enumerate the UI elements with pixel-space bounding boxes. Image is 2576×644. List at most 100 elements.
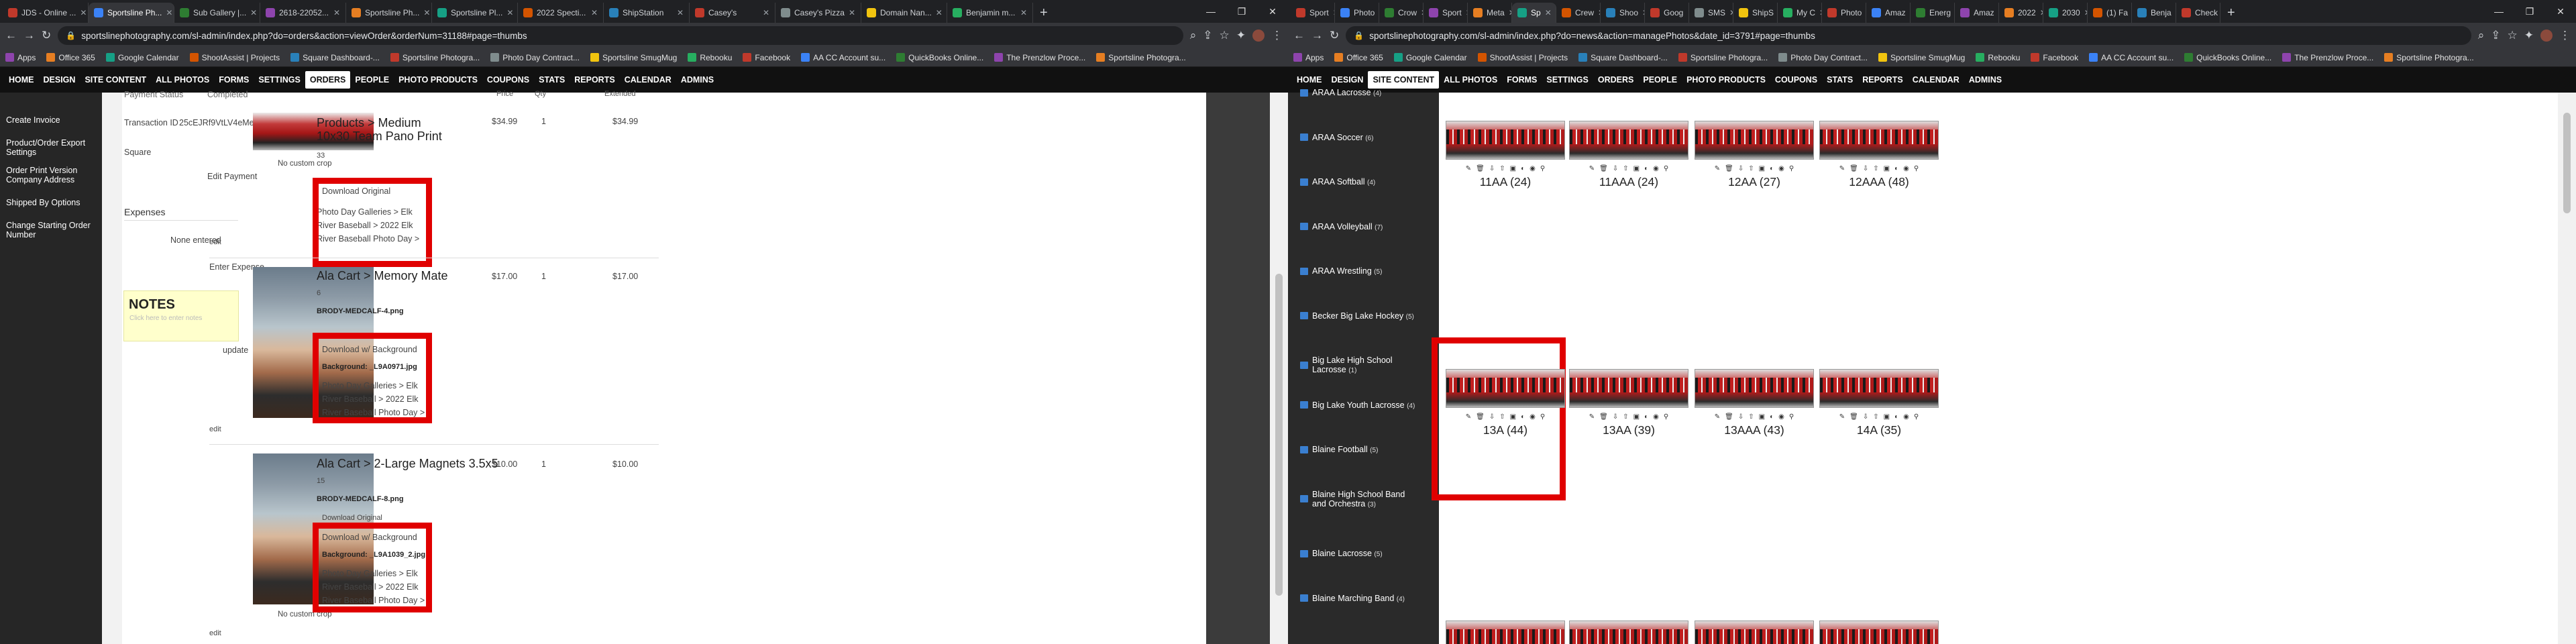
- tool-icon[interactable]: ⇩: [1863, 165, 1868, 172]
- tab-close-icon[interactable]: ✕: [166, 8, 172, 17]
- nav-item-all-photos[interactable]: ALL PHOTOS: [1439, 71, 1502, 89]
- tool-icon[interactable]: ◉: [1529, 165, 1536, 172]
- tool-icon[interactable]: ◉: [1778, 413, 1784, 421]
- tool-icon[interactable]: ⚲: [1914, 165, 1919, 172]
- tool-icon[interactable]: ⇧: [1499, 413, 1505, 421]
- nav-item-people[interactable]: PEOPLE: [1638, 71, 1682, 89]
- tool-icon[interactable]: ◐: [1894, 165, 1898, 172]
- browser-tab[interactable]: ShipStation ✕: [604, 3, 690, 23]
- gallery-item[interactable]: [1569, 621, 1688, 644]
- browser-tab[interactable]: ShipS✕: [1733, 3, 1778, 23]
- bookmark-item[interactable]: Google Calendar: [1393, 53, 1467, 62]
- sidebar-link[interactable]: Product/Order Export Settings: [0, 133, 102, 161]
- sidebar-category[interactable]: ARAA Volleyball (7): [1300, 222, 1417, 231]
- tab-close-icon[interactable]: ✕: [333, 8, 340, 17]
- bookmark-item[interactable]: The Prenzlow Proce...: [994, 53, 1085, 62]
- tool-icon[interactable]: ⇧: [1748, 165, 1754, 172]
- sidebar-category[interactable]: Becker Big Lake Hockey (5): [1300, 311, 1417, 321]
- extensions-icon[interactable]: ✦: [2524, 29, 2534, 42]
- sidebar-link[interactable]: Shipped By Options: [0, 189, 102, 216]
- sidebar-link[interactable]: Change Starting Order Number: [0, 216, 102, 244]
- maximize-icon[interactable]: ❐: [2514, 0, 2545, 23]
- bookmark-item[interactable]: Sportsline SmugMug: [590, 53, 677, 62]
- tab-close-icon[interactable]: ✕: [1020, 8, 1027, 17]
- tool-icon[interactable]: ◐: [1644, 413, 1648, 421]
- bookmark-item[interactable]: Rebooku: [1976, 53, 2020, 62]
- tool-icon[interactable]: ◉: [1529, 413, 1536, 421]
- bookmark-item[interactable]: Google Calendar: [105, 53, 179, 62]
- reload-icon[interactable]: ↻: [1330, 29, 1339, 42]
- browser-tab[interactable]: Domain Nan... ✕: [861, 3, 947, 23]
- gallery-item[interactable]: ✎ 🗑 ⇩ ⇧ ▣ ◐ ◉ ⚲ 12AA (27): [1695, 121, 1814, 189]
- tab-close-icon[interactable]: ✕: [936, 8, 943, 17]
- nav-item-design[interactable]: DESIGN: [39, 71, 80, 89]
- tool-icon[interactable]: ▣: [1633, 413, 1640, 421]
- close-icon[interactable]: ✕: [1257, 0, 1288, 23]
- nav-item-calendar[interactable]: CALENDAR: [620, 71, 676, 89]
- browser-tab[interactable]: Casey's ✕: [690, 3, 775, 23]
- tool-icon[interactable]: ⇧: [1623, 165, 1628, 172]
- tool-icon[interactable]: ⇩: [1489, 413, 1495, 421]
- sidebar-category[interactable]: ARAA Lacrosse (4): [1300, 88, 1417, 97]
- star-icon[interactable]: ☆: [1220, 29, 1230, 42]
- tool-icon[interactable]: ⇧: [1873, 413, 1878, 421]
- tool-icon[interactable]: ▣: [1510, 165, 1516, 172]
- browser-tab[interactable]: Sportsline Pl... ✕: [432, 3, 518, 23]
- url-field[interactable]: 🔒 sportslinephotography.com/sl-admin/ind…: [1346, 26, 2471, 45]
- browser-tab[interactable]: Casey's Pizza ✕: [775, 3, 861, 23]
- tool-icon[interactable]: ✎: [1466, 165, 1471, 172]
- sidebar-link[interactable]: Order Print Version Company Address: [0, 161, 102, 189]
- nav-item-forms[interactable]: FORMS: [1502, 71, 1542, 89]
- browser-tab[interactable]: Sportsline Ph... ✕: [89, 3, 174, 23]
- tab-close-icon[interactable]: ✕: [763, 8, 769, 17]
- new-tab-icon[interactable]: +: [1033, 3, 1055, 23]
- tool-icon[interactable]: ⇩: [1863, 413, 1868, 421]
- search-icon[interactable]: ⌕: [2478, 29, 2485, 42]
- tool-icon[interactable]: ⚲: [1664, 165, 1668, 172]
- bookmark-item[interactable]: Facebook: [2031, 53, 2078, 62]
- tool-icon[interactable]: ⚲: [1540, 413, 1545, 421]
- browser-tab[interactable]: Sub Gallery |... ✕: [174, 3, 260, 23]
- tool-icon[interactable]: ◐: [1521, 165, 1525, 172]
- tool-icon[interactable]: ◉: [1653, 413, 1659, 421]
- nav-item-home[interactable]: HOME: [1292, 71, 1327, 89]
- tab-close-icon[interactable]: ✕: [250, 8, 257, 17]
- bookmark-item[interactable]: Photo Day Contract...: [490, 53, 580, 62]
- nav-item-home[interactable]: HOME: [4, 71, 39, 89]
- gallery-item[interactable]: ✎ 🗑 ⇩ ⇧ ▣ ◐ ◉ ⚲ 13A (44): [1446, 369, 1565, 437]
- bookmark-item[interactable]: Square Dashboard-...: [290, 53, 380, 62]
- reload-icon[interactable]: ↻: [42, 29, 51, 42]
- tool-icon[interactable]: ▣: [1759, 165, 1765, 172]
- download-original-link[interactable]: Download Original: [322, 514, 382, 522]
- gallery-thumbnail[interactable]: [1695, 621, 1814, 644]
- tool-icon[interactable]: 🗑: [1725, 413, 1733, 421]
- bookmark-item[interactable]: Apps: [1293, 53, 1324, 62]
- tab-close-icon[interactable]: ✕: [506, 8, 513, 17]
- tool-icon[interactable]: 🗑: [1599, 413, 1608, 421]
- notes-box[interactable]: NOTES Click here to enter notes: [123, 290, 239, 341]
- nav-item-orders[interactable]: ORDERS: [1593, 71, 1638, 89]
- tool-icon[interactable]: ▣: [1510, 413, 1516, 421]
- minimize-icon[interactable]: —: [1195, 0, 1226, 23]
- sidebar-category[interactable]: Blaine Lacrosse (5): [1300, 549, 1417, 558]
- bookmark-item[interactable]: Photo Day Contract...: [1778, 53, 1868, 62]
- browser-tab[interactable]: Check✕: [2176, 3, 2220, 23]
- bookmark-item[interactable]: Facebook: [743, 53, 790, 62]
- bookmark-item[interactable]: ShootAssist | Projects: [1477, 53, 1568, 62]
- sidebar-category[interactable]: Blaine High School Band and Orchestra (3…: [1300, 490, 1417, 508]
- sidebar-category[interactable]: Blaine Marching Band (4): [1300, 594, 1417, 603]
- tool-icon[interactable]: ⚲: [1789, 165, 1794, 172]
- nav-item-settings[interactable]: SETTINGS: [1542, 71, 1593, 89]
- share-icon[interactable]: ⇪: [2491, 29, 2500, 42]
- bookmark-item[interactable]: ShootAssist | Projects: [189, 53, 280, 62]
- nav-item-site-content[interactable]: SITE CONTENT: [1368, 71, 1440, 89]
- nav-item-calendar[interactable]: CALENDAR: [1908, 71, 1964, 89]
- profile-avatar[interactable]: [2540, 30, 2553, 42]
- nav-item-reports[interactable]: REPORTS: [570, 71, 619, 89]
- gallery-thumbnail[interactable]: [1569, 369, 1688, 408]
- tool-icon[interactable]: 🗑: [1725, 165, 1733, 172]
- tab-close-icon[interactable]: ✕: [677, 8, 684, 17]
- browser-tab[interactable]: 2022✕: [1999, 3, 2043, 23]
- tab-close-icon[interactable]: ✕: [849, 8, 855, 17]
- tool-icon[interactable]: ◐: [1770, 165, 1774, 172]
